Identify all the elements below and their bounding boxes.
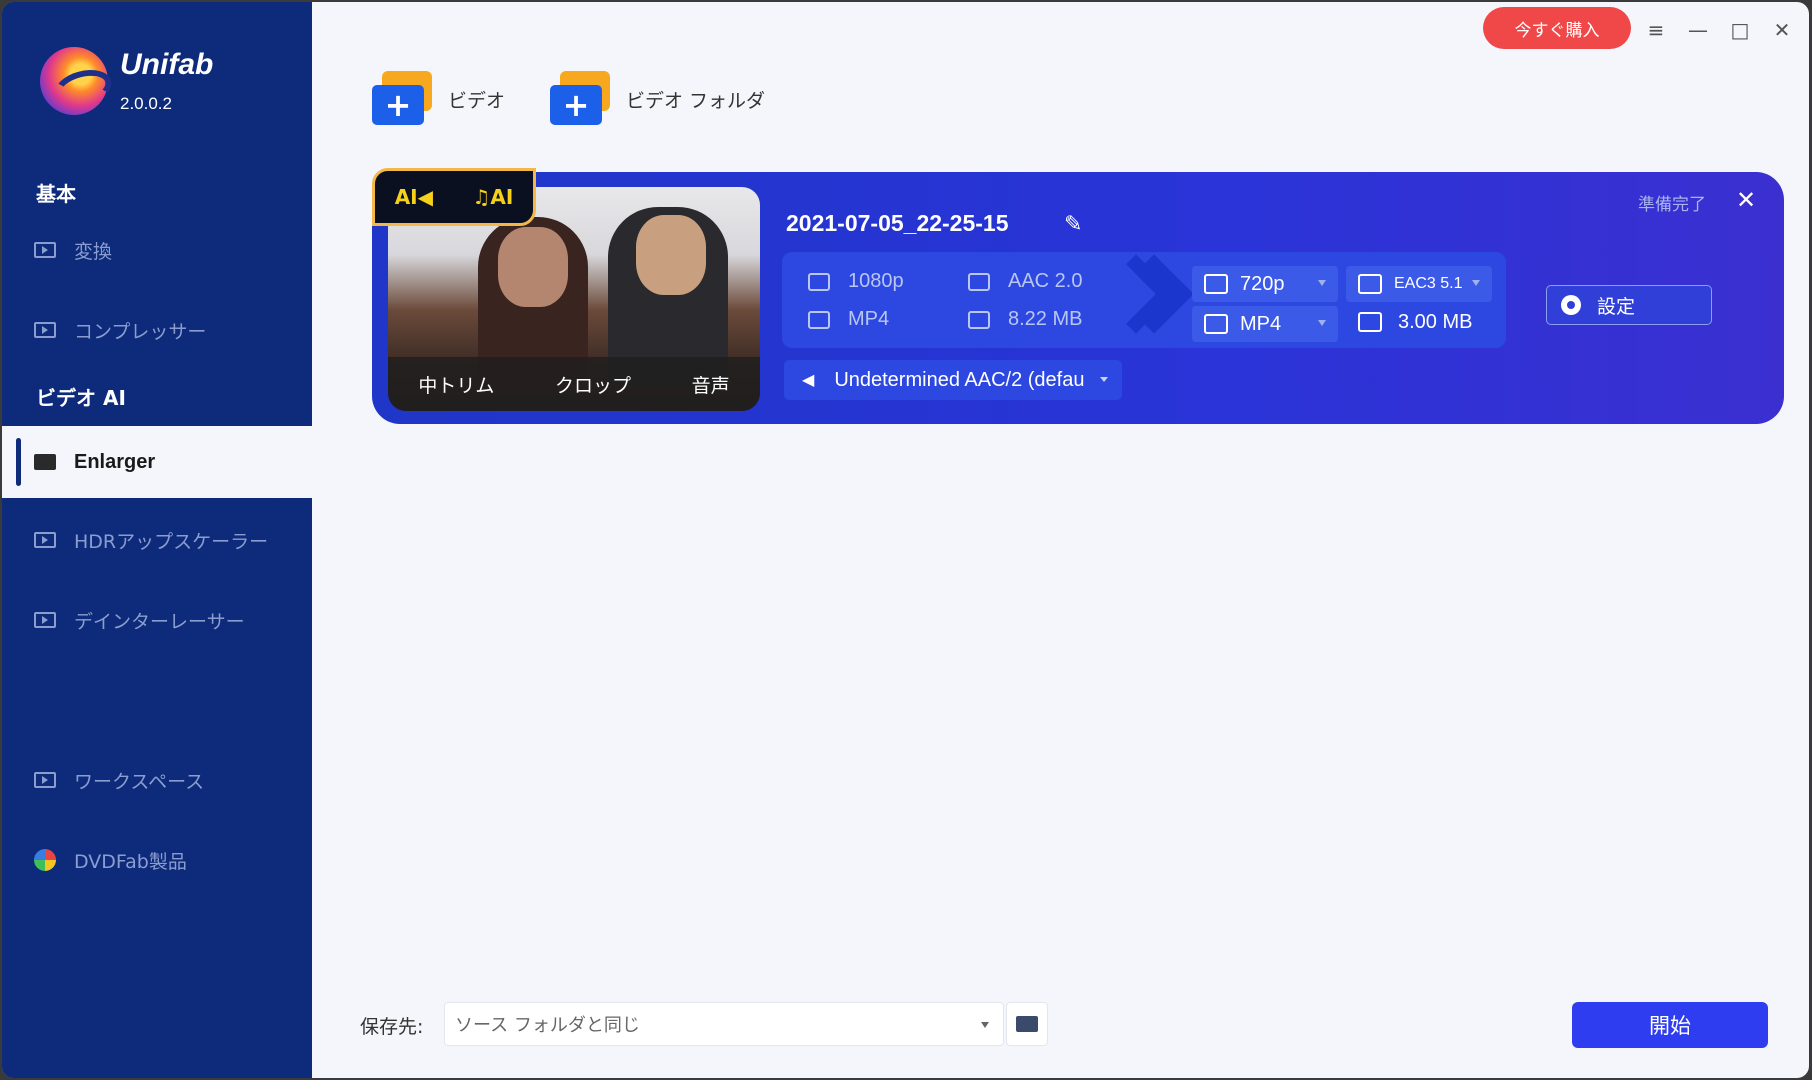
app-window: Unifab 2.0.0.2 基本 変換 コンプレッサー ビデオ AI Enla…: [2, 2, 1809, 1078]
output-size: 3.00 MB: [1346, 304, 1492, 340]
maximize-icon[interactable]: □: [1726, 16, 1754, 44]
sidebar-item-label: Enlarger: [74, 450, 156, 473]
enlarger-icon: [34, 454, 56, 470]
menu-icon[interactable]: ≡: [1642, 16, 1670, 44]
file-name: 2021-07-05_22-25-15: [786, 210, 1009, 236]
sidebar-item-dvdfab[interactable]: DVDFab製品: [2, 830, 312, 890]
folder-icon: [1358, 312, 1382, 332]
speaker-icon: ◀: [802, 372, 815, 389]
source-audio: AAC 2.0: [968, 270, 1082, 293]
audio-track-select[interactable]: ◀ Undetermined AAC/2 (defau: [784, 360, 1122, 400]
settings-button[interactable]: 設定: [1546, 285, 1712, 325]
compressor-icon: [34, 322, 56, 338]
buy-now-button[interactable]: 今すぐ購入: [1483, 7, 1631, 49]
sidebar-item-compressor[interactable]: コンプレッサー: [2, 300, 312, 360]
deinterlacer-icon: [34, 612, 56, 628]
output-resolution-select[interactable]: 720p: [1192, 266, 1338, 302]
monitor-icon: [1204, 274, 1228, 294]
trim-button[interactable]: 中トリム: [418, 371, 494, 398]
output-audio-select[interactable]: EAC3 5.1: [1346, 266, 1492, 302]
settings-label: 設定: [1597, 295, 1636, 318]
add-folder-button[interactable]: + ビデオ フォルダ: [550, 64, 765, 134]
arrow-right-icon: [1130, 258, 1170, 344]
sidebar-item-label: ワークスペース: [74, 770, 205, 793]
add-folder-icon: +: [550, 71, 612, 127]
save-to-label: 保存先:: [360, 1016, 424, 1038]
chevron-down-icon: [1472, 280, 1480, 286]
source-resolution: 1080p: [808, 270, 904, 293]
convert-icon: [34, 242, 56, 258]
app-version: 2.0.0.2: [120, 94, 172, 113]
close-icon[interactable]: ✕: [1768, 16, 1796, 44]
source-size: 8.22 MB: [968, 308, 1082, 331]
sidebar-item-workspace[interactable]: ワークスペース: [2, 750, 312, 810]
folder-icon: [968, 310, 990, 329]
crop-button[interactable]: クロップ: [555, 371, 631, 398]
monitor-icon: [808, 272, 830, 291]
edit-icon[interactable]: ✎: [1064, 212, 1082, 237]
save-location-select[interactable]: ソース フォルダと同じ: [444, 1002, 1004, 1046]
ai-badge: AI◀ ♫AI: [372, 168, 536, 226]
browse-folder-button[interactable]: [1006, 1002, 1048, 1046]
add-video-label: ビデオ: [448, 89, 506, 112]
sidebar-item-label: HDRアップスケーラー: [74, 530, 269, 553]
sidebar-item-convert[interactable]: 変換: [2, 220, 312, 280]
music-icon: [968, 272, 990, 291]
ai-audio-icon: ♫AI: [472, 185, 514, 209]
output-format-select[interactable]: MP4: [1192, 306, 1338, 342]
chevron-down-icon: [1318, 280, 1326, 286]
sidebar-item-label: コンプレッサー: [74, 320, 207, 343]
source-format: MP4: [808, 308, 889, 331]
sidebar-item-deinterlacer[interactable]: デインターレーサー: [2, 590, 312, 650]
section-basic: 基本: [36, 182, 76, 206]
gear-icon: [1561, 295, 1581, 315]
video-icon: [1204, 314, 1228, 334]
chevron-down-icon: [981, 1022, 989, 1028]
start-button[interactable]: 開始: [1572, 1002, 1768, 1048]
sidebar-item-hdr-upscaler[interactable]: HDRアップスケーラー: [2, 510, 312, 570]
sidebar: Unifab 2.0.0.2 基本 変換 コンプレッサー ビデオ AI Enla…: [2, 2, 312, 1078]
add-folder-label: ビデオ フォルダ: [626, 89, 766, 112]
save-location-value: ソース フォルダと同じ: [455, 1015, 640, 1036]
remove-task-icon[interactable]: ✕: [1736, 186, 1756, 214]
add-video-icon: +: [372, 71, 434, 127]
audio-button[interactable]: 音声: [692, 371, 730, 398]
status-text: 準備完了: [1638, 195, 1706, 215]
folder-open-icon: [1016, 1016, 1038, 1032]
music-icon: [1358, 274, 1382, 294]
brand-name: Unifab: [120, 48, 214, 81]
dvdfab-icon: [34, 849, 56, 871]
chevron-down-icon: [1100, 377, 1108, 382]
audio-track-label: Undetermined AAC/2 (defau: [834, 368, 1085, 391]
add-video-button[interactable]: + ビデオ: [372, 64, 505, 134]
sidebar-item-label: 変換: [74, 240, 113, 263]
video-icon: [808, 310, 830, 329]
minimize-icon[interactable]: —: [1684, 16, 1712, 44]
monitor-icon: [34, 772, 56, 788]
unifab-logo: [40, 47, 108, 115]
thumbnail-toolbar: 中トリム クロップ 音声: [388, 357, 760, 411]
sidebar-item-label: DVDFab製品: [74, 850, 187, 873]
sidebar-item-label: デインターレーサー: [74, 610, 245, 633]
chevron-down-icon: [1318, 320, 1326, 326]
section-video-ai: ビデオ AI: [36, 386, 126, 410]
ai-video-icon: AI◀: [394, 185, 434, 209]
sidebar-item-enlarger[interactable]: Enlarger: [2, 426, 312, 498]
hdr-icon: [34, 532, 56, 548]
